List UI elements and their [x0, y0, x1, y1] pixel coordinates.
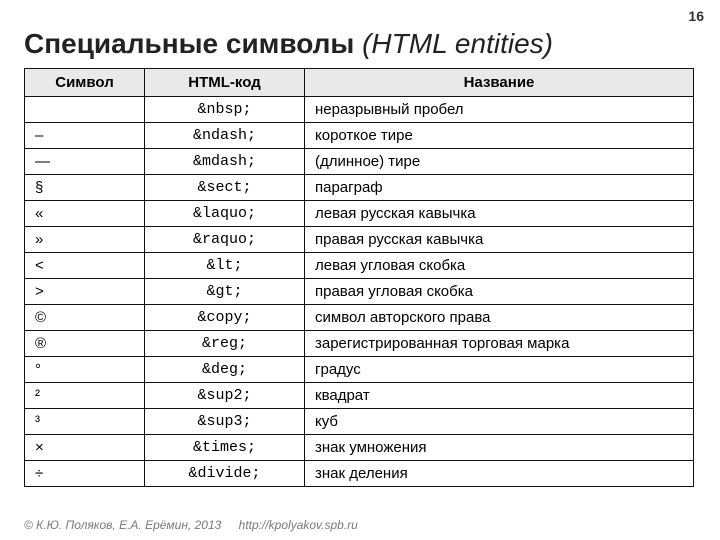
cell-code: &copy; — [145, 305, 305, 331]
table-row: ©&copy;символ авторского права — [25, 305, 694, 331]
cell-symbol: ° — [25, 357, 145, 383]
cell-code: &gt; — [145, 279, 305, 305]
cell-name: короткое тире — [305, 123, 694, 149]
cell-symbol: ² — [25, 383, 145, 409]
cell-name: неразрывный пробел — [305, 97, 694, 123]
cell-symbol: — — [25, 149, 145, 175]
table-row: —&mdash;(длинное) тире — [25, 149, 694, 175]
cell-code: &ndash; — [145, 123, 305, 149]
slide-title-subtitle: (HTML entities) — [362, 28, 553, 59]
entities-table: Символ HTML-код Название &nbsp;неразрывн… — [24, 68, 694, 487]
cell-symbol: < — [25, 253, 145, 279]
footer-url: http://kpolyakov.spb.ru — [239, 518, 358, 532]
cell-code: &deg; — [145, 357, 305, 383]
cell-symbol: – — [25, 123, 145, 149]
cell-code: &raquo; — [145, 227, 305, 253]
cell-name: правая русская кавычка — [305, 227, 694, 253]
table-row: ³&sup3;куб — [25, 409, 694, 435]
table-row: §&sect;параграф — [25, 175, 694, 201]
cell-symbol: × — [25, 435, 145, 461]
cell-code: &divide; — [145, 461, 305, 487]
cell-name: символ авторского права — [305, 305, 694, 331]
cell-name: левая русская кавычка — [305, 201, 694, 227]
cell-symbol: ³ — [25, 409, 145, 435]
header-symbol: Символ — [25, 69, 145, 97]
table-row: «&laquo;левая русская кавычка — [25, 201, 694, 227]
header-row: Символ HTML-код Название — [25, 69, 694, 97]
cell-code: &lt; — [145, 253, 305, 279]
table-row: ®&reg;зарегистрированная торговая марка — [25, 331, 694, 357]
table-row: >&gt;правая угловая скобка — [25, 279, 694, 305]
cell-code: &sup3; — [145, 409, 305, 435]
slide-title: Специальные символы (HTML entities) — [0, 0, 720, 68]
header-name: Название — [305, 69, 694, 97]
header-code: HTML-код — [145, 69, 305, 97]
cell-name: правая угловая скобка — [305, 279, 694, 305]
table-row: –&ndash;короткое тире — [25, 123, 694, 149]
cell-code: &times; — [145, 435, 305, 461]
cell-code: &mdash; — [145, 149, 305, 175]
cell-symbol: > — [25, 279, 145, 305]
cell-symbol: » — [25, 227, 145, 253]
table-row: ÷&divide;знак деления — [25, 461, 694, 487]
cell-symbol: § — [25, 175, 145, 201]
cell-symbol: © — [25, 305, 145, 331]
cell-name: (длинное) тире — [305, 149, 694, 175]
table-row: &nbsp;неразрывный пробел — [25, 97, 694, 123]
cell-name: квадрат — [305, 383, 694, 409]
page-number: 16 — [688, 8, 704, 24]
cell-name: куб — [305, 409, 694, 435]
cell-code: &nbsp; — [145, 97, 305, 123]
table-row: <&lt;левая угловая скобка — [25, 253, 694, 279]
cell-symbol: « — [25, 201, 145, 227]
footer-copyright: © К.Ю. Поляков, Е.А. Ерёмин, 2013 — [24, 518, 221, 532]
table-row: ×&times;знак умножения — [25, 435, 694, 461]
cell-code: &reg; — [145, 331, 305, 357]
cell-code: &sup2; — [145, 383, 305, 409]
cell-symbol: ® — [25, 331, 145, 357]
slide-title-main: Специальные символы — [24, 28, 354, 59]
cell-name: левая угловая скобка — [305, 253, 694, 279]
table-row: »&raquo;правая русская кавычка — [25, 227, 694, 253]
table-row: ²&sup2;квадрат — [25, 383, 694, 409]
cell-symbol: ÷ — [25, 461, 145, 487]
table-row: °&deg;градус — [25, 357, 694, 383]
footer: © К.Ю. Поляков, Е.А. Ерёмин, 2013 http:/… — [24, 518, 358, 532]
cell-name: зарегистрированная торговая марка — [305, 331, 694, 357]
cell-symbol — [25, 97, 145, 123]
cell-code: &laquo; — [145, 201, 305, 227]
cell-name: параграф — [305, 175, 694, 201]
cell-name: градус — [305, 357, 694, 383]
cell-name: знак умножения — [305, 435, 694, 461]
cell-code: &sect; — [145, 175, 305, 201]
cell-name: знак деления — [305, 461, 694, 487]
